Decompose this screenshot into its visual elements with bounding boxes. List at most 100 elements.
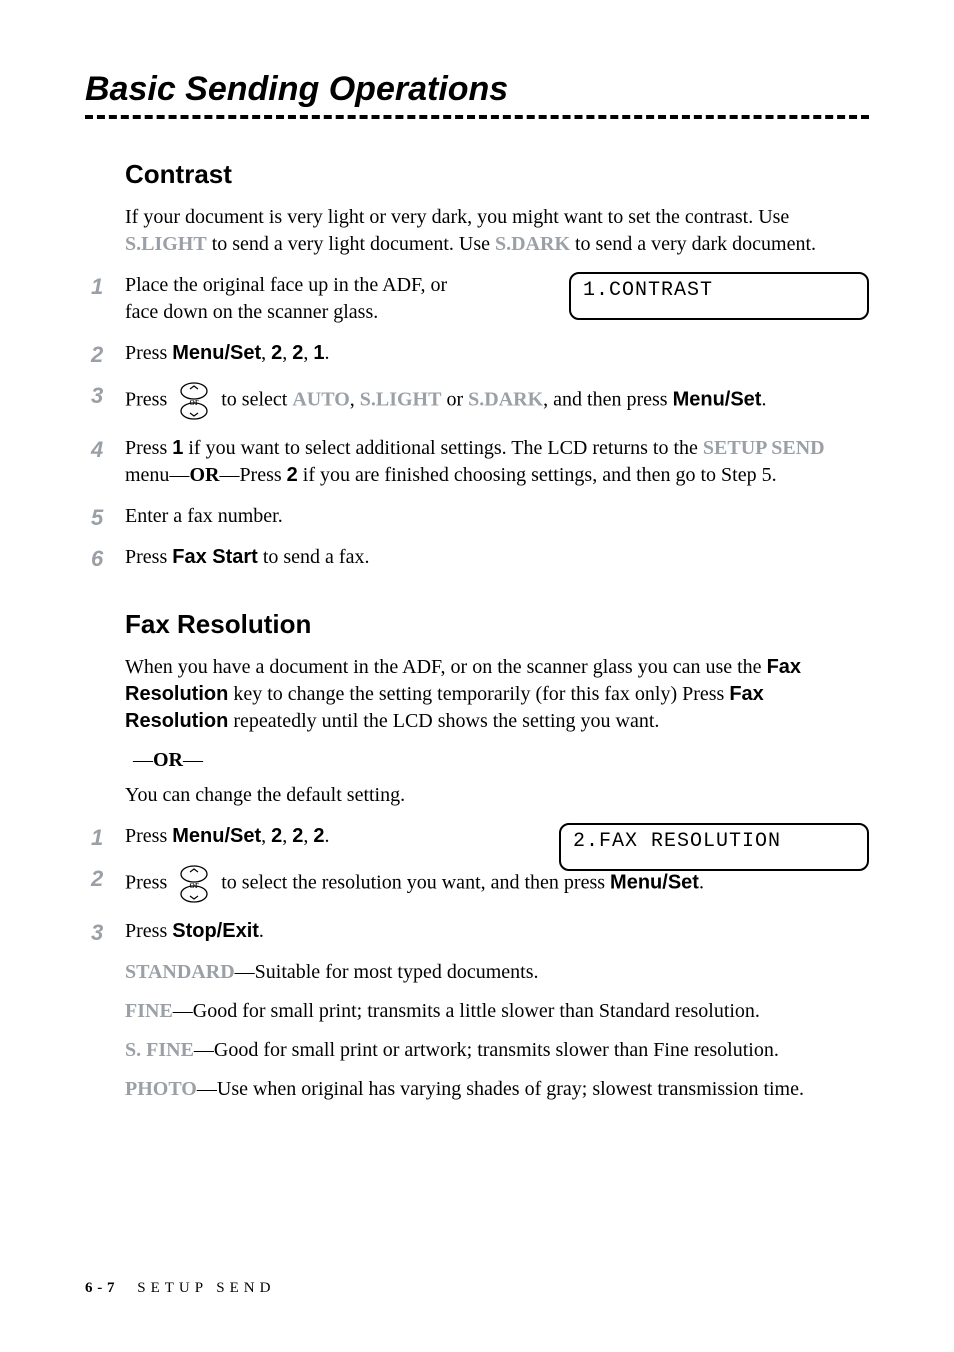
key-2: 2 <box>271 825 282 847</box>
resolution-def-photo: PHOTO—Use when original has varying shad… <box>125 1076 869 1103</box>
step-text: Enter a fax number. <box>125 505 283 527</box>
key-2: 2 <box>271 342 282 364</box>
text: , <box>282 342 292 364</box>
text: —Suitable for most typed documents. <box>235 961 539 983</box>
section-title: Basic Sending Operations <box>85 70 869 109</box>
step-number: 4 <box>91 435 103 465</box>
keyword-fine: FINE <box>125 1000 173 1022</box>
text: menu— <box>125 464 189 486</box>
text: . <box>761 389 766 411</box>
list-item: 2 Press Menu/Set, 2, 2, 1. <box>85 340 869 367</box>
text: . <box>325 825 330 847</box>
list-item: 2 Press or to select the resolution you … <box>85 864 869 904</box>
text: — <box>183 749 203 771</box>
text: , <box>303 342 313 364</box>
text: When you have a document in the ADF, or … <box>125 656 767 678</box>
text: , and then press <box>543 389 672 411</box>
step-number: 6 <box>91 544 103 574</box>
key-1: 1 <box>172 437 183 459</box>
key-2: 2 <box>287 464 298 486</box>
list-item: 3 Press Stop/Exit. <box>85 918 869 945</box>
text: Press <box>125 437 172 459</box>
contrast-steps: 1 Place the original face up in the ADF,… <box>85 272 869 571</box>
step-number: 3 <box>91 918 103 948</box>
or-text: OR <box>189 464 219 486</box>
list-item: 6 Press Fax Start to send a fax. <box>85 544 869 571</box>
text: If your document is very light or very d… <box>125 206 789 228</box>
text: , <box>350 389 360 411</box>
resolution-def-sfine: S. FINE—Good for small print or artwork;… <box>125 1037 869 1064</box>
list-item: 1 Press Menu/Set, 2, 2, 2. 2.FAX RESOLUT… <box>85 823 869 850</box>
list-item: 1 Place the original face up in the ADF,… <box>85 272 869 326</box>
fax-resolution-heading: Fax Resolution <box>125 609 869 640</box>
text: Press <box>125 546 172 568</box>
text: , <box>261 825 271 847</box>
stop-exit-key: Stop/Exit <box>172 920 259 942</box>
text: Press <box>125 920 172 942</box>
or-up-down-icon: or <box>176 381 212 421</box>
step-number: 5 <box>91 503 103 533</box>
text: Press <box>125 389 172 411</box>
text: to select the resolution you want, and t… <box>221 872 610 894</box>
section-divider <box>85 115 869 119</box>
text: to send a very dark document. <box>570 233 816 255</box>
or-text: OR <box>153 749 183 771</box>
keyword-standard: STANDARD <box>125 961 235 983</box>
fax-resolution-intro: When you have a document in the ADF, or … <box>125 654 869 735</box>
text: if you are finished choosing settings, a… <box>298 464 777 486</box>
keyword-slight: S.LIGHT <box>125 233 207 255</box>
step-number: 2 <box>91 864 103 894</box>
resolution-def-fine: FINE—Good for small print; transmits a l… <box>125 998 869 1025</box>
keyword-slight: S.LIGHT <box>360 389 442 411</box>
text: —Good for small print or artwork; transm… <box>194 1039 779 1061</box>
text: to select <box>221 389 292 411</box>
step-number: 3 <box>91 381 103 411</box>
text: key to change the setting temporarily (f… <box>228 683 729 705</box>
key-2: 2 <box>292 825 303 847</box>
text: —Press <box>219 464 286 486</box>
keyword-sdark: S.DARK <box>468 389 543 411</box>
menu-set-key: Menu/Set <box>673 389 762 411</box>
key-2: 2 <box>313 825 324 847</box>
list-item: 4 Press 1 if you want to select addition… <box>85 435 869 489</box>
svg-text:or: or <box>190 879 200 891</box>
fax-start-key: Fax Start <box>172 546 258 568</box>
text: . <box>325 342 330 364</box>
text: repeatedly until the LCD shows the setti… <box>228 710 659 732</box>
or-separator: —OR— <box>133 749 869 772</box>
chapter-name: SETUP SEND <box>137 1280 275 1296</box>
menu-set-key: Menu/Set <box>610 872 699 894</box>
fax-resolution-intro2: You can change the default setting. <box>125 782 869 809</box>
step-number: 1 <box>91 823 103 853</box>
contrast-intro: If your document is very light or very d… <box>125 204 869 258</box>
key-1: 1 <box>313 342 324 364</box>
keyword-photo: PHOTO <box>125 1078 197 1100</box>
svg-text:or: or <box>190 396 200 408</box>
step-number: 2 <box>91 340 103 370</box>
text: —Use when original has varying shades of… <box>197 1078 804 1100</box>
text: . <box>699 872 704 894</box>
lcd-display-contrast: 1.CONTRAST <box>569 272 869 320</box>
contrast-heading: Contrast <box>125 159 869 190</box>
fax-resolution-steps: 1 Press Menu/Set, 2, 2, 2. 2.FAX RESOLUT… <box>85 823 869 945</box>
keyword-sdark: S.DARK <box>495 233 570 255</box>
text: Press <box>125 872 172 894</box>
list-item: 5 Enter a fax number. <box>85 503 869 530</box>
keyword-setup-send: SETUP SEND <box>703 437 825 459</box>
keyword-auto: AUTO <box>292 389 349 411</box>
text: to send a very light document. Use <box>207 233 495 255</box>
text: , <box>261 342 271 364</box>
page-footer: 6 - 7 SETUP SEND <box>85 1280 275 1297</box>
menu-set-key: Menu/Set <box>172 825 261 847</box>
resolution-def-standard: STANDARD—Suitable for most typed documen… <box>125 959 869 986</box>
text: , <box>303 825 313 847</box>
text: . <box>259 920 264 942</box>
menu-set-key: Menu/Set <box>172 342 261 364</box>
text: or <box>441 389 468 411</box>
text: Press <box>125 342 172 364</box>
step-text: Place the original face up in the ADF, o… <box>125 272 475 326</box>
key-2: 2 <box>292 342 303 364</box>
text: if you want to select additional setting… <box>183 437 703 459</box>
text: — <box>133 749 153 771</box>
keyword-sfine: S. FINE <box>125 1039 194 1061</box>
